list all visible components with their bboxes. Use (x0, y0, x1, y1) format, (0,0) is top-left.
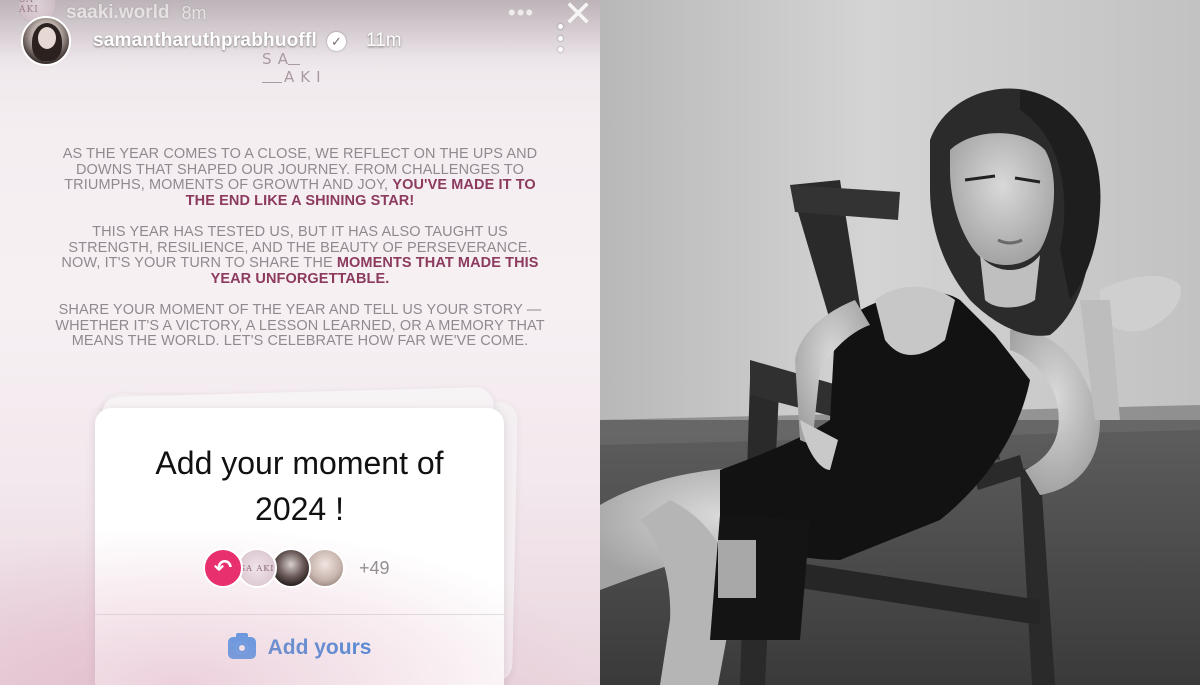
story-time: 11m (365, 30, 402, 51)
participants-row[interactable]: ↶ SA AKI +49 (203, 548, 390, 588)
message-paragraph-1: As the year comes to a close, we reflect… (50, 146, 550, 209)
close-icon[interactable]: ✕ (563, 0, 593, 32)
add-yours-prompt-line-2: 2024 ! (255, 491, 344, 527)
saaki-logo: SA AKI (262, 50, 342, 86)
avatar[interactable] (21, 16, 71, 66)
logo-line-2: AKI (284, 68, 327, 86)
portrait-photo (600, 0, 1200, 685)
add-yours-sticker[interactable]: Add your moment of 2024 ! ↶ SA AKI +49 A… (95, 408, 504, 685)
add-yours-button[interactable]: Add yours (95, 633, 504, 660)
participant-avatar (305, 548, 345, 588)
story-panel: SA AKI saaki.world 8m ••• ✕ samantharuth… (0, 0, 600, 685)
verified-check-glyph: ✓ (331, 33, 342, 49)
avatar-face (38, 27, 56, 49)
previous-story-more-icon[interactable]: ••• (508, 0, 534, 26)
participant-avatar (271, 548, 311, 588)
message-paragraph-2: This year has tested us, but it has also… (50, 224, 550, 287)
add-yours-label: Add yours (267, 636, 372, 659)
participant-avatar: SA AKI (237, 548, 277, 588)
message-p3-text: Share your moment of the year and tell u… (55, 301, 545, 350)
add-yours-prompt-line-1: Add your moment of (155, 445, 444, 481)
participants-count: +49 (359, 557, 390, 578)
story-message: As the year comes to a close, we reflect… (50, 146, 550, 365)
reply-arrow-icon[interactable]: ↶ (203, 548, 243, 588)
logo-bar-bottom (262, 82, 282, 83)
camera-icon (227, 633, 256, 659)
story-username[interactable]: samantharuthprabhuoffl (93, 30, 317, 52)
add-yours-prompt: Add your moment of 2024 ! (95, 440, 504, 532)
card-divider (95, 614, 504, 615)
story-header: samantharuthprabhuoffl ✓ 11m (21, 16, 402, 66)
logo-bar-top (288, 64, 300, 65)
verified-badge-icon: ✓ (326, 31, 346, 51)
more-vertical-icon[interactable] (557, 24, 563, 52)
logo-line-1: SA (262, 50, 295, 68)
message-paragraph-3: Share your moment of the year and tell u… (50, 301, 550, 350)
portrait-photo-illustration (600, 0, 1200, 685)
